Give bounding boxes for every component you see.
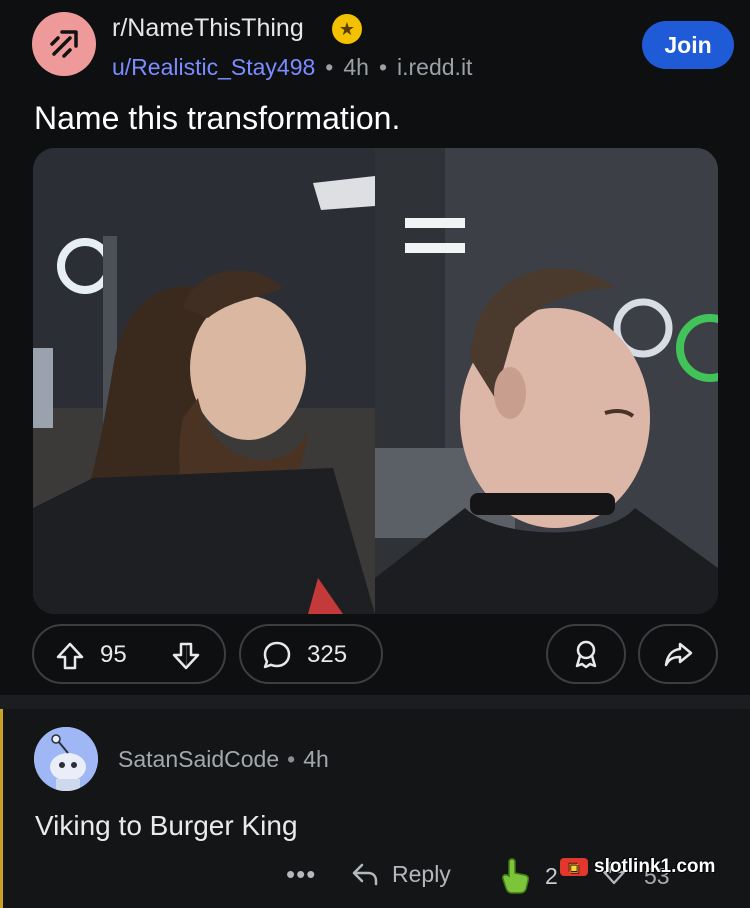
vote-control: 95 [32,624,226,684]
award-button[interactable] [546,624,626,684]
comment-bubble-icon [263,641,291,669]
arrow-up-icon [56,642,84,670]
section-separator [0,695,750,709]
share-button[interactable] [638,624,718,684]
arrow-down-icon [172,642,200,670]
comment-count: 325 [307,641,348,668]
meta-separator: • [378,54,388,80]
post-domain[interactable]: i.redd.it [397,54,472,81]
join-button[interactable]: Join [642,21,734,69]
subreddit-name[interactable]: r/NameThisThing [112,14,304,43]
more-options-button[interactable]: ••• [286,859,316,890]
post-meta: u/Realistic_Stay498 • 4h • i.redd.it [112,54,472,81]
post-title[interactable]: Name this transformation. [34,100,400,137]
before-photo [33,148,375,614]
commenter-avatar[interactable] [34,727,98,791]
comment-meta: SatanSaidCode • 4h [118,746,329,773]
after-photo-illustration [375,148,718,614]
rocket-icon [50,30,78,58]
reply-button[interactable]: Reply [350,859,451,889]
post-action-bar: 95 325 [0,622,750,688]
meta-separator: • [325,54,334,80]
watermark: ▣ slotlink1.com [560,854,715,880]
post-image[interactable] [33,148,718,614]
watermark-text: slotlink1.com [594,856,716,877]
before-photo-illustration [33,148,375,614]
after-photo [375,148,718,614]
meta-separator: • [287,746,296,772]
comment-vote-count: 2 [545,863,558,889]
author-link[interactable]: u/Realistic_Stay498 [112,54,315,81]
subreddit-avatar[interactable] [32,12,96,76]
snoo-avatar-icon [34,727,98,791]
post-time: 4h [343,54,369,80]
reply-arrow-icon [352,863,378,886]
achievement-star-icon: ★ [332,14,362,44]
comment-body: Viking to Burger King [35,810,298,841]
upvote-count: 95 [100,641,127,668]
upvote-button[interactable] [54,640,86,672]
share-icon [664,642,693,667]
comments-button[interactable]: 325 [239,624,383,684]
reply-label: Reply [392,860,451,887]
commenter-username[interactable]: SatanSaidCode [118,746,279,772]
downvote-button[interactable] [170,640,202,672]
award-icon [575,640,597,669]
comment-upvote-button[interactable] [498,855,534,901]
pointing-hand-icon [502,858,530,894]
watermark-logo-icon: ▣ [560,858,588,876]
comment-time: 4h [303,746,329,772]
